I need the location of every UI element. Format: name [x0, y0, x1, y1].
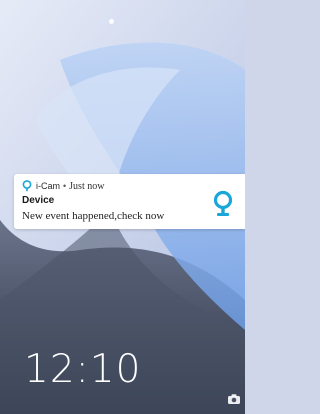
location-pin-icon: [213, 190, 233, 216]
status-indicator: [109, 19, 114, 24]
lock-screen: i-Cam • Just now Device New event happen…: [0, 0, 245, 414]
lock-screen-clock: 12:10: [24, 347, 142, 392]
notification-time: Just now: [69, 180, 105, 192]
notification-app-name: i-Cam: [36, 181, 60, 191]
notification-card[interactable]: i-Cam • Just now Device New event happen…: [14, 174, 245, 229]
notification-title: Device: [22, 195, 55, 206]
camera-icon[interactable]: [227, 393, 241, 405]
location-pin-icon: [22, 180, 32, 192]
notification-header: i-Cam • Just now: [22, 180, 104, 192]
notification-body: New event happened,check now: [22, 210, 165, 222]
notification-separator: •: [63, 181, 67, 191]
